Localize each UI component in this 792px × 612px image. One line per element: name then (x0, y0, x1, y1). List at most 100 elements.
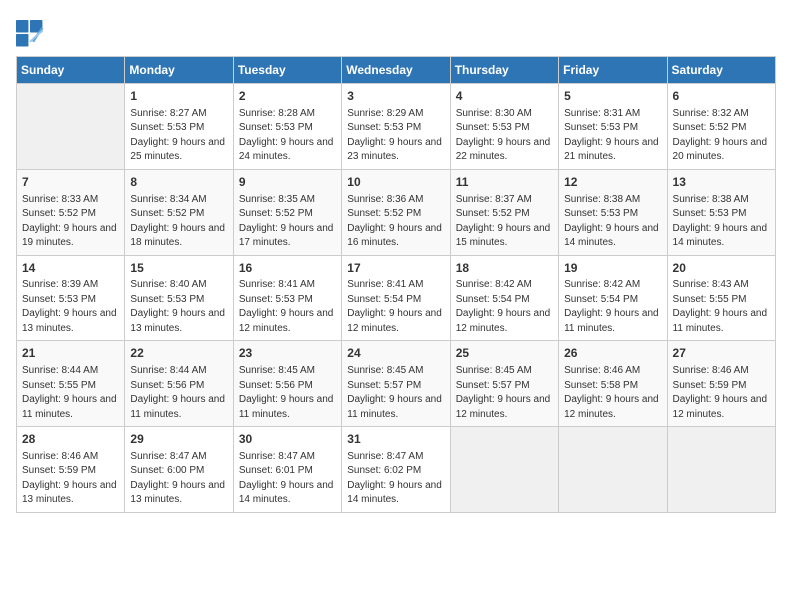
day-cell: 7Sunrise: 8:33 AMSunset: 5:52 PMDaylight… (17, 169, 125, 255)
day-cell: 12 Sunrise: 8:38 AMSunset: 5:53 PMDayligh… (559, 169, 667, 255)
day-number: 17 (347, 260, 444, 277)
day-number: 25 (456, 345, 553, 362)
day-cell: 27 Sunrise: 8:46 AMSunset: 5:59 PMDayligh… (667, 341, 775, 427)
col-header-sunday: Sunday (17, 57, 125, 84)
day-number: 23 (239, 345, 336, 362)
week-row-2: 7Sunrise: 8:33 AMSunset: 5:52 PMDaylight… (17, 169, 776, 255)
day-number: 21 (22, 345, 119, 362)
day-number: 6 (673, 88, 770, 105)
day-info: Sunrise: 8:45 AMSunset: 5:57 PMDaylight:… (456, 364, 553, 422)
day-cell: 18Sunrise: 8:42 AMSunset: 5:54 PMDayligh… (450, 255, 558, 341)
day-number: 15 (130, 260, 227, 277)
day-info: Sunrise: 8:44 AMSunset: 5:55 PMDaylight:… (22, 364, 119, 422)
day-cell: 8Sunrise: 8:34 AMSunset: 5:52 PMDaylight… (125, 169, 233, 255)
day-number: 19 (564, 260, 661, 277)
day-info: Sunrise: 8:31 AMSunset: 5:53 PMDaylight:… (564, 107, 661, 165)
day-info: Sunrise: 8:44 AMSunset: 5:56 PMDaylight:… (130, 364, 227, 422)
day-number: 22 (130, 345, 227, 362)
day-cell: 3Sunrise: 8:29 AMSunset: 5:53 PMDaylight… (342, 84, 450, 170)
day-info: Sunrise: 8:46 AMSunset: 5:59 PMDaylight:… (673, 364, 770, 422)
day-info: Sunrise: 8:47 AMSunset: 6:02 PMDaylight:… (347, 450, 444, 508)
col-header-thursday: Thursday (450, 57, 558, 84)
day-cell: 21 Sunrise: 8:44 AMSunset: 5:55 PMDayligh… (17, 341, 125, 427)
day-info: Sunrise: 8:41 AMSunset: 5:54 PMDaylight:… (347, 278, 444, 336)
day-info: Sunrise: 8:32 AMSunset: 5:52 PMDaylight:… (673, 107, 770, 165)
day-cell (17, 84, 125, 170)
day-info: Sunrise: 8:42 AMSunset: 5:54 PMDaylight:… (564, 278, 661, 336)
day-cell: 4 Sunrise: 8:30 AMSunset: 5:53 PMDaylight… (450, 84, 558, 170)
day-cell: 6 Sunrise: 8:32 AMSunset: 5:52 PMDaylight… (667, 84, 775, 170)
day-number: 14 (22, 260, 119, 277)
day-info: Sunrise: 8:30 AMSunset: 5:53 PMDaylight:… (456, 107, 553, 165)
day-cell: 30 Sunrise: 8:47 AMSunset: 6:01 PMDayligh… (233, 427, 341, 513)
day-info: Sunrise: 8:47 AMSunset: 6:01 PMDaylight:… (239, 450, 336, 508)
day-info: Sunrise: 8:45 AMSunset: 5:57 PMDaylight:… (347, 364, 444, 422)
day-number: 29 (130, 431, 227, 448)
day-number: 16 (239, 260, 336, 277)
day-number: 13 (673, 174, 770, 191)
day-info: Sunrise: 8:35 AMSunset: 5:52 PMDaylight:… (239, 193, 336, 251)
day-cell: 13 Sunrise: 8:38 AMSunset: 5:53 PMDayligh… (667, 169, 775, 255)
col-header-tuesday: Tuesday (233, 57, 341, 84)
day-info: Sunrise: 8:28 AMSunset: 5:53 PMDaylight:… (239, 107, 336, 165)
day-number: 12 (564, 174, 661, 191)
col-header-wednesday: Wednesday (342, 57, 450, 84)
day-info: Sunrise: 8:45 AMSunset: 5:56 PMDaylight:… (239, 364, 336, 422)
day-info: Sunrise: 8:42 AMSunset: 5:54 PMDaylight:… (456, 278, 553, 336)
day-number: 2 (239, 88, 336, 105)
week-row-3: 14Sunrise: 8:39 AMSunset: 5:53 PMDayligh… (17, 255, 776, 341)
col-header-friday: Friday (559, 57, 667, 84)
day-cell: 22 Sunrise: 8:44 AMSunset: 5:56 PMDayligh… (125, 341, 233, 427)
day-info: Sunrise: 8:36 AMSunset: 5:52 PMDaylight:… (347, 193, 444, 251)
day-info: Sunrise: 8:46 AMSunset: 5:58 PMDaylight:… (564, 364, 661, 422)
day-cell: 20Sunrise: 8:43 AMSunset: 5:55 PMDayligh… (667, 255, 775, 341)
day-info: Sunrise: 8:43 AMSunset: 5:55 PMDaylight:… (673, 278, 770, 336)
day-number: 27 (673, 345, 770, 362)
day-info: Sunrise: 8:34 AMSunset: 5:52 PMDaylight:… (130, 193, 227, 251)
day-info: Sunrise: 8:46 AMSunset: 5:59 PMDaylight:… (22, 450, 119, 508)
day-cell: 14Sunrise: 8:39 AMSunset: 5:53 PMDayligh… (17, 255, 125, 341)
day-number: 10 (347, 174, 444, 191)
day-cell: 24 Sunrise: 8:45 AMSunset: 5:57 PMDayligh… (342, 341, 450, 427)
week-row-5: 28Sunrise: 8:46 AMSunset: 5:59 PMDayligh… (17, 427, 776, 513)
day-info: Sunrise: 8:27 AMSunset: 5:53 PMDaylight:… (130, 107, 227, 165)
day-number: 20 (673, 260, 770, 277)
calendar-table: SundayMondayTuesdayWednesdayThursdayFrid… (16, 56, 776, 513)
day-info: Sunrise: 8:38 AMSunset: 5:53 PMDaylight:… (564, 193, 661, 251)
day-cell: 29 Sunrise: 8:47 AMSunset: 6:00 PMDayligh… (125, 427, 233, 513)
day-cell: 23 Sunrise: 8:45 AMSunset: 5:56 PMDayligh… (233, 341, 341, 427)
day-cell: 26 Sunrise: 8:46 AMSunset: 5:58 PMDayligh… (559, 341, 667, 427)
day-cell: 10 Sunrise: 8:36 AMSunset: 5:52 PMDayligh… (342, 169, 450, 255)
day-info: Sunrise: 8:39 AMSunset: 5:53 PMDaylight:… (22, 278, 119, 336)
day-cell: 2 Sunrise: 8:28 AMSunset: 5:53 PMDaylight… (233, 84, 341, 170)
logo (16, 20, 46, 48)
day-number: 24 (347, 345, 444, 362)
day-cell (667, 427, 775, 513)
day-cell: 17Sunrise: 8:41 AMSunset: 5:54 PMDayligh… (342, 255, 450, 341)
day-cell: 1 Sunrise: 8:27 AMSunset: 5:53 PMDaylight… (125, 84, 233, 170)
day-info: Sunrise: 8:47 AMSunset: 6:00 PMDaylight:… (130, 450, 227, 508)
header-row: SundayMondayTuesdayWednesdayThursdayFrid… (17, 57, 776, 84)
day-number: 7 (22, 174, 119, 191)
day-cell (450, 427, 558, 513)
col-header-monday: Monday (125, 57, 233, 84)
day-cell: 15Sunrise: 8:40 AMSunset: 5:53 PMDayligh… (125, 255, 233, 341)
week-row-1: 1 Sunrise: 8:27 AMSunset: 5:53 PMDaylight… (17, 84, 776, 170)
day-number: 18 (456, 260, 553, 277)
day-cell: 19Sunrise: 8:42 AMSunset: 5:54 PMDayligh… (559, 255, 667, 341)
day-number: 1 (130, 88, 227, 105)
day-info: Sunrise: 8:40 AMSunset: 5:53 PMDaylight:… (130, 278, 227, 336)
page-header (16, 16, 776, 48)
day-cell: 16Sunrise: 8:41 AMSunset: 5:53 PMDayligh… (233, 255, 341, 341)
day-info: Sunrise: 8:37 AMSunset: 5:52 PMDaylight:… (456, 193, 553, 251)
day-number: 4 (456, 88, 553, 105)
day-number: 31 (347, 431, 444, 448)
day-cell: 5Sunrise: 8:31 AMSunset: 5:53 PMDaylight… (559, 84, 667, 170)
day-number: 30 (239, 431, 336, 448)
day-info: Sunrise: 8:41 AMSunset: 5:53 PMDaylight:… (239, 278, 336, 336)
day-number: 26 (564, 345, 661, 362)
logo-icon (16, 20, 44, 48)
day-cell: 28Sunrise: 8:46 AMSunset: 5:59 PMDayligh… (17, 427, 125, 513)
calendar-body: 1 Sunrise: 8:27 AMSunset: 5:53 PMDaylight… (17, 84, 776, 513)
day-info: Sunrise: 8:38 AMSunset: 5:53 PMDaylight:… (673, 193, 770, 251)
